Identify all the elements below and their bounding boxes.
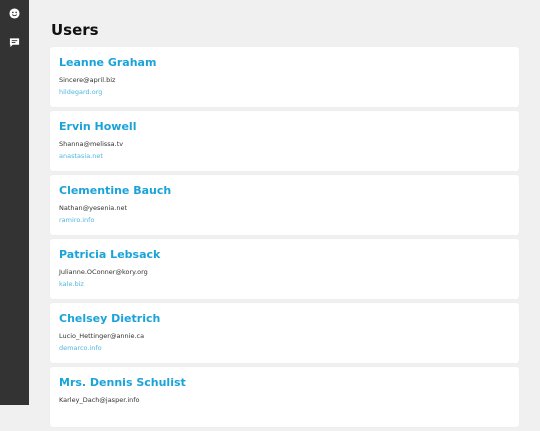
user-email: Shanna@melissa.tv bbox=[59, 140, 124, 148]
user-website-link[interactable]: demarco.info bbox=[59, 344, 102, 352]
user-email: Karley_Dach@jasper.info bbox=[59, 396, 140, 404]
user-website-link[interactable]: kale.biz bbox=[59, 280, 84, 288]
user-name[interactable]: Chelsey Dietrich bbox=[59, 312, 160, 325]
user-email: Lucio_Hettinger@annie.ca bbox=[59, 332, 145, 340]
user-card[interactable]: Ervin Howell Shanna@melissa.tv anastasia… bbox=[50, 111, 519, 171]
user-card[interactable]: Mrs. Dennis Schulist Karley_Dach@jasper.… bbox=[50, 367, 519, 427]
user-email: Nathan@yesenia.net bbox=[59, 204, 127, 212]
user-website-link[interactable]: anastasia.net bbox=[59, 152, 103, 160]
smiley-icon[interactable] bbox=[8, 7, 20, 19]
user-name[interactable]: Leanne Graham bbox=[59, 56, 156, 69]
user-list: Leanne Graham Sincere@april.biz hildegar… bbox=[50, 47, 519, 431]
main-content: Users Leanne Graham Sincere@april.biz hi… bbox=[29, 0, 540, 427]
user-name[interactable]: Clementine Bauch bbox=[59, 184, 171, 197]
user-email: Julianne.OConner@kory.org bbox=[59, 268, 148, 276]
user-card[interactable]: Clementine Bauch Nathan@yesenia.net rami… bbox=[50, 175, 519, 235]
message-icon[interactable] bbox=[8, 36, 20, 48]
user-website-link[interactable]: hildegard.org bbox=[59, 88, 102, 96]
user-email: Sincere@april.biz bbox=[59, 76, 116, 84]
user-website-link[interactable]: ramiro.info bbox=[59, 216, 94, 224]
user-name[interactable]: Ervin Howell bbox=[59, 120, 136, 133]
user-card[interactable]: Chelsey Dietrich Lucio_Hettinger@annie.c… bbox=[50, 303, 519, 363]
user-card[interactable]: Leanne Graham Sincere@april.biz hildegar… bbox=[50, 47, 519, 107]
user-card[interactable]: Patricia Lebsack Julianne.OConner@kory.o… bbox=[50, 239, 519, 299]
user-name[interactable]: Mrs. Dennis Schulist bbox=[59, 376, 186, 389]
page-title: Users bbox=[51, 21, 99, 39]
user-name[interactable]: Patricia Lebsack bbox=[59, 248, 160, 261]
sidebar bbox=[0, 0, 29, 405]
